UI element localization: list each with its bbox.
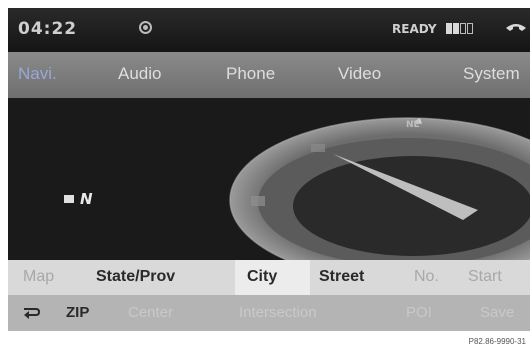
save-button[interactable]: Save <box>480 304 514 321</box>
signal-bar <box>467 23 473 34</box>
menu-video[interactable]: Video <box>338 64 381 84</box>
tab-state-prov[interactable]: State/Prov <box>96 268 175 286</box>
intersection-button[interactable]: Intersection <box>239 304 317 321</box>
back-icon[interactable] <box>22 307 40 319</box>
tab-city[interactable]: City <box>247 268 277 286</box>
tab-street[interactable]: Street <box>319 268 364 286</box>
compass-graphic <box>229 117 530 260</box>
signal-bar <box>453 23 459 34</box>
heading-indicator: N <box>64 190 93 208</box>
tab-map[interactable]: Map <box>23 268 54 286</box>
figure-reference: P82.86-9990-31 <box>468 337 526 346</box>
menu-audio[interactable]: Audio <box>118 64 161 84</box>
destination-options-row: ZIP Center Intersection POI Save <box>8 295 530 331</box>
head-unit-screen: 04:22 READY Navi. Audio Phone Video Syst… <box>8 8 530 331</box>
compass-heading-label: NE <box>406 120 420 130</box>
phone-icon <box>506 24 526 31</box>
map-view[interactable]: NE N <box>8 98 530 260</box>
menu-system[interactable]: System <box>463 64 520 84</box>
tab-start[interactable]: Start <box>468 268 502 286</box>
heading-label: N <box>80 190 93 208</box>
menu-navi[interactable]: Navi. <box>18 64 57 84</box>
signal-bar <box>460 23 466 34</box>
signal-strength-icon <box>446 23 473 34</box>
clock: 04:22 <box>18 19 78 39</box>
gps-icon <box>139 21 152 34</box>
tab-number[interactable]: No. <box>414 268 439 286</box>
menu-phone[interactable]: Phone <box>226 64 275 84</box>
status-bar: 04:22 READY <box>8 8 530 52</box>
address-entry-tabs: Map State/Prov City Street No. Start <box>8 260 530 295</box>
center-button[interactable]: Center <box>128 304 173 321</box>
signal-bar <box>446 23 452 34</box>
poi-button[interactable]: POI <box>406 304 432 321</box>
main-menu: Navi. Audio Phone Video System <box>8 52 530 98</box>
zip-button[interactable]: ZIP <box>66 304 89 321</box>
flag-icon <box>64 195 74 203</box>
ready-indicator: READY <box>392 22 437 36</box>
